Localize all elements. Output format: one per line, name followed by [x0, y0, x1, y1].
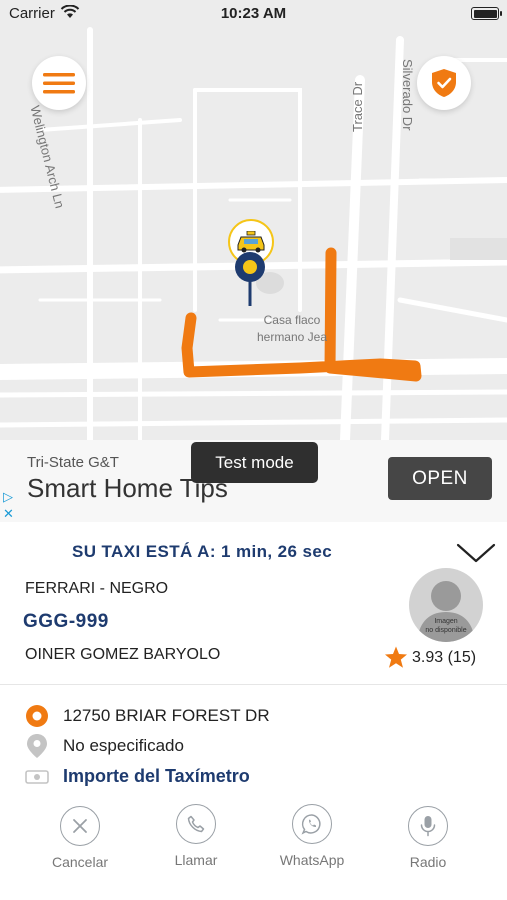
status-bar: Carrier 10:23 AM: [0, 0, 507, 28]
trip-info-sheet: SU TAXI ESTÁ A: 1 min, 26 sec FERRARI - …: [0, 522, 507, 900]
clock: 10:23 AM: [220, 5, 287, 22]
location-pin-icon[interactable]: [233, 250, 267, 313]
collapse-chevron-icon[interactable]: [456, 542, 496, 569]
street-label: Trace Dr: [350, 81, 365, 132]
destination-row[interactable]: No especificado: [25, 733, 184, 759]
rating-value: 3.93 (15): [412, 648, 477, 666]
phone-icon: [176, 804, 216, 844]
cash-icon: [25, 769, 49, 784]
test-mode-badge: Test mode: [191, 442, 318, 483]
security-button[interactable]: [417, 56, 471, 110]
whatsapp-icon: [292, 804, 332, 844]
license-plate: GGG-999: [23, 611, 109, 632]
driver-rating: 3.93 (15): [384, 646, 476, 669]
radio-label: Radio: [409, 854, 447, 870]
divider: [0, 684, 507, 685]
eta-text: SU TAXI ESTÁ A: 1 min, 26 sec: [72, 542, 333, 561]
driver-avatar: Imagen no disponible: [409, 568, 483, 642]
street-label: Silverado Dr: [400, 59, 415, 131]
call-label: Llamar: [174, 852, 218, 868]
hamburger-icon: [43, 73, 75, 94]
menu-button[interactable]: [32, 56, 86, 110]
origin-row[interactable]: 12750 BRIAR FOREST DR: [25, 704, 270, 728]
fare-row[interactable]: Importe del Taxímetro: [25, 766, 250, 787]
star-icon: [385, 646, 407, 668]
shield-icon: [432, 69, 456, 97]
ad-open-button[interactable]: OPEN: [388, 457, 492, 500]
ad-sponsor: Tri-State G&T: [27, 454, 119, 471]
destination-address: No especificado: [63, 736, 184, 755]
microphone-icon: [408, 806, 448, 846]
radio-button[interactable]: Radio: [383, 806, 473, 870]
poi-label: Casa flaco hermano Jea: [256, 313, 328, 344]
whatsapp-button[interactable]: WhatsApp: [267, 804, 357, 868]
adchoices-icon[interactable]: ▷ ✕: [3, 488, 14, 522]
vehicle-description: FERRARI - NEGRO: [25, 580, 169, 597]
driver-name: OINER GOMEZ BARYOLO: [25, 646, 221, 663]
action-bar: Cancelar Llamar WhatsApp Radio: [0, 804, 507, 876]
cancel-label: Cancelar: [51, 854, 109, 870]
fare-label: Importe del Taxímetro: [63, 766, 250, 786]
close-icon: [60, 806, 100, 846]
origin-address: 12750 BRIAR FOREST DR: [63, 706, 270, 725]
call-button[interactable]: Llamar: [151, 804, 241, 868]
map-view[interactable]: Welington Arch Ln Trace Dr Silverado Dr …: [0, 0, 507, 440]
origin-marker-icon: [26, 705, 48, 727]
battery-icon: [471, 7, 502, 20]
whatsapp-label: WhatsApp: [279, 852, 345, 868]
destination-pin-icon: [27, 734, 47, 758]
cancel-button[interactable]: Cancelar: [35, 806, 125, 870]
